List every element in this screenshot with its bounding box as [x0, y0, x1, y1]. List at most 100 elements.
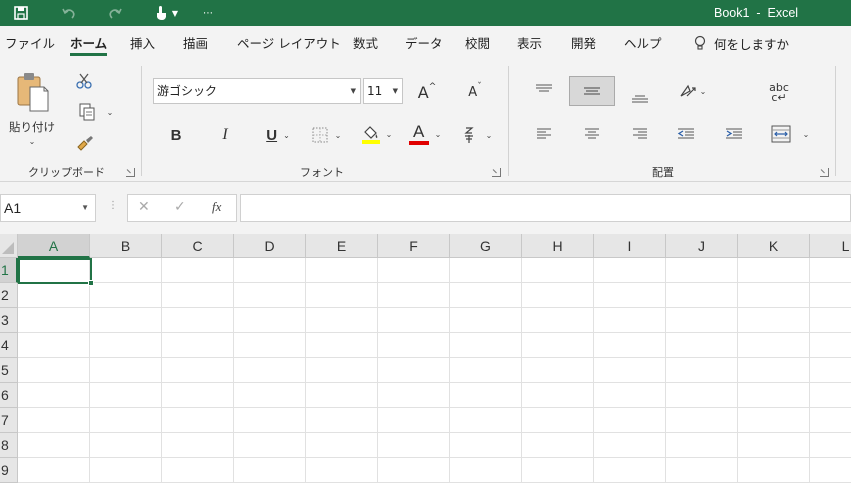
worksheet-grid[interactable]: ABCDEFGHIJKL 123456789 — [0, 234, 851, 483]
enter-icon[interactable]: ✓ — [174, 199, 186, 215]
alignment-dialog-launcher[interactable] — [820, 168, 829, 177]
name-box[interactable]: A1 ▼ — [0, 194, 96, 222]
paste-icon — [17, 72, 49, 111]
row-gridline — [18, 357, 851, 358]
align-middle-icon — [584, 87, 600, 95]
column-header-a[interactable]: A — [18, 234, 90, 258]
row-header-3[interactable]: 3 — [0, 308, 18, 333]
tab-formulas[interactable]: 数式 — [353, 26, 378, 60]
lightbulb-icon — [694, 35, 706, 50]
column-header-j[interactable]: J — [666, 234, 738, 258]
copy-button[interactable]: ⌄ — [70, 100, 120, 124]
bottom-align-button[interactable] — [626, 86, 654, 110]
column-header-f[interactable]: F — [378, 234, 450, 258]
borders-button[interactable]: ⌄ — [306, 122, 346, 148]
orientation-button[interactable]: ⌄ — [672, 78, 712, 104]
font-name-combobox[interactable]: 游ゴシック ▼ — [153, 78, 361, 104]
bold-button[interactable]: B — [163, 122, 189, 148]
formula-input[interactable] — [240, 194, 851, 222]
cancel-icon[interactable]: ✕ — [138, 199, 150, 215]
column-header-c[interactable]: C — [162, 234, 234, 258]
insert-function-button[interactable]: fx — [212, 199, 221, 215]
row-header-2[interactable]: 2 — [0, 283, 18, 308]
align-bottom-icon — [632, 95, 648, 103]
tab-review[interactable]: 校閲 — [465, 26, 490, 60]
column-header-g[interactable]: G — [450, 234, 522, 258]
column-header-b[interactable]: B — [90, 234, 162, 258]
increase-indent-button[interactable] — [720, 122, 748, 146]
underline-button[interactable]: U ⌄ — [258, 122, 298, 148]
paste-button[interactable]: 貼り付け ⌄ — [8, 68, 56, 148]
phonetic-guide-button[interactable]: ⌄ — [458, 122, 496, 148]
shrink-font-button[interactable]: Aˇ — [462, 80, 488, 104]
undo-icon[interactable] — [58, 0, 80, 26]
save-icon[interactable] — [10, 0, 32, 26]
column-gridline — [233, 258, 234, 483]
row-header-1[interactable]: 1 — [0, 258, 18, 283]
font-dialog-launcher[interactable] — [492, 168, 501, 177]
row-header-9[interactable]: 9 — [0, 458, 18, 483]
align-center-button[interactable] — [578, 122, 606, 146]
italic-button[interactable]: I — [212, 122, 238, 148]
chevron-down-icon: ▼ — [350, 87, 356, 95]
column-header-h[interactable]: H — [522, 234, 594, 258]
row-gridline — [18, 282, 851, 283]
row-header-6[interactable]: 6 — [0, 383, 18, 408]
tab-insert[interactable]: 挿入 — [130, 26, 155, 60]
active-cell[interactable] — [18, 258, 92, 284]
tab-draw[interactable]: 描画 — [183, 26, 208, 60]
align-top-icon — [536, 84, 552, 92]
chevron-down-icon: ⌄ — [283, 130, 290, 140]
tab-data[interactable]: データ — [405, 26, 443, 60]
font-size-combobox[interactable]: 11 ▼ — [363, 78, 403, 104]
column-gridline — [809, 258, 810, 483]
chevron-down-icon: ⌄ — [106, 107, 114, 117]
cut-button[interactable] — [72, 70, 96, 92]
font-color-button[interactable]: A ⌄ — [404, 120, 446, 148]
row-header-8[interactable]: 8 — [0, 433, 18, 458]
middle-align-button[interactable] — [569, 76, 615, 106]
column-header-l[interactable]: L — [810, 234, 851, 258]
tab-view[interactable]: 表示 — [517, 26, 542, 60]
chevron-down-icon: ⌄ — [28, 136, 36, 146]
column-header-k[interactable]: K — [738, 234, 810, 258]
row-gridline — [18, 382, 851, 383]
grow-font-button[interactable]: A ^ — [414, 80, 440, 104]
tell-me-search[interactable]: 何をしますか — [694, 26, 789, 60]
column-header-e[interactable]: E — [306, 234, 378, 258]
column-header-i[interactable]: I — [594, 234, 666, 258]
merge-center-button[interactable]: ⌄ — [764, 120, 816, 148]
fill-color-button[interactable]: ⌄ — [354, 120, 398, 148]
row-header-7[interactable]: 7 — [0, 408, 18, 433]
align-right-button[interactable] — [626, 122, 654, 146]
tab-help[interactable]: ヘルプ — [624, 26, 662, 60]
tab-page-layout[interactable]: ページ レイアウト — [237, 26, 341, 60]
row-header-5[interactable]: 5 — [0, 358, 18, 383]
tab-home[interactable]: ホーム — [70, 26, 108, 60]
row-header-4[interactable]: 4 — [0, 333, 18, 358]
chevron-down-icon: ⌄ — [385, 129, 393, 139]
format-painter-button[interactable] — [72, 132, 98, 156]
row-gridline — [18, 307, 851, 308]
tell-me-text: 何をしますか — [714, 36, 790, 52]
select-all-button[interactable] — [0, 234, 18, 258]
font-group-label: フォント — [300, 166, 344, 179]
top-align-button[interactable] — [530, 78, 558, 102]
tab-file[interactable]: ファイル — [5, 26, 55, 60]
clipboard-group-label: クリップボード — [28, 166, 105, 179]
wrap-text-button[interactable]: abc c↵ — [764, 80, 794, 106]
align-left-button[interactable] — [530, 122, 558, 146]
grow-font-icon: A — [417, 82, 429, 102]
fill-handle[interactable] — [88, 280, 94, 286]
decrease-indent-button[interactable] — [672, 122, 700, 146]
tab-developer[interactable]: 開発 — [571, 26, 596, 60]
customize-toolbar-icon[interactable]: ⋯ — [200, 0, 216, 26]
ribbon-home: 貼り付け ⌄ ⌄ クリップボード 游ゴシック ▼ 11 ▼ A ^ Aˇ B I … — [0, 60, 851, 182]
grip-icon[interactable]: ⋮ — [108, 200, 118, 211]
select-all-triangle-icon — [2, 242, 14, 254]
border-icon — [312, 127, 328, 143]
touch-mode-icon[interactable]: ▼ — [148, 0, 184, 26]
redo-icon[interactable] — [104, 0, 126, 26]
column-header-d[interactable]: D — [234, 234, 306, 258]
clipboard-dialog-launcher[interactable] — [126, 168, 135, 177]
